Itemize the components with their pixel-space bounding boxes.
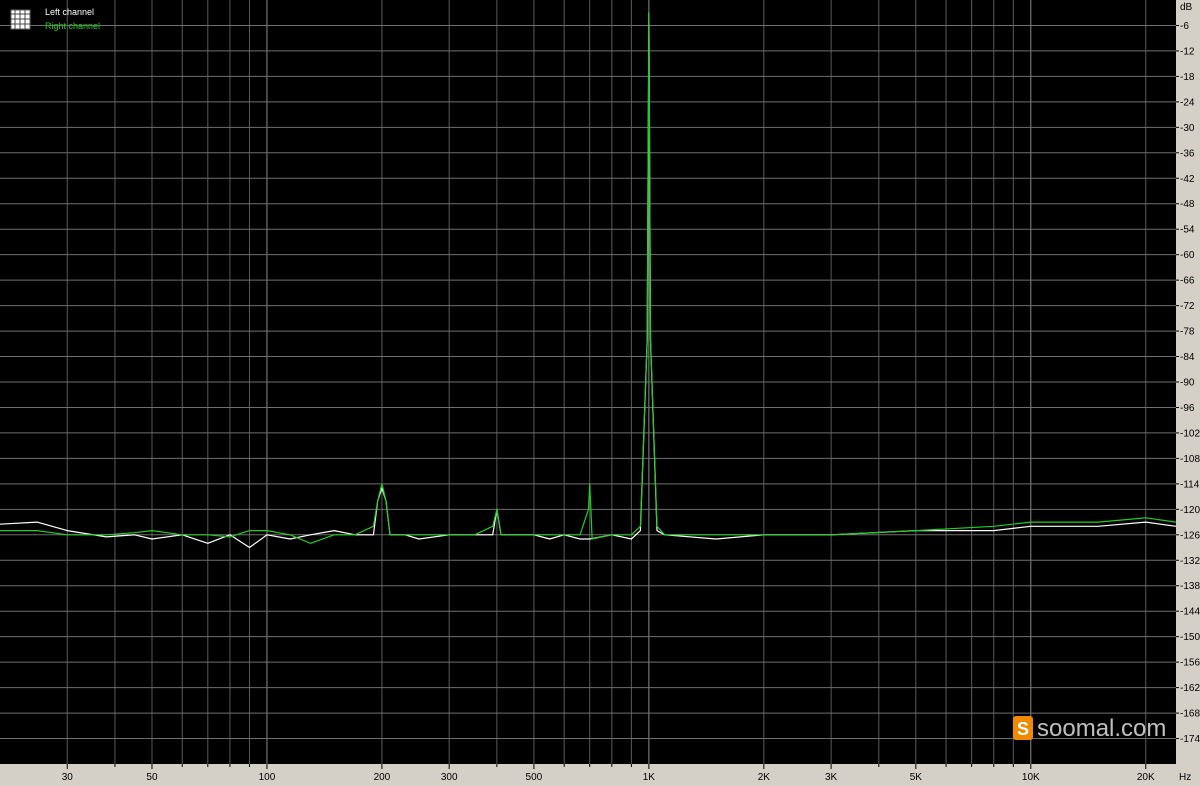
y-tick-label: -60 bbox=[1180, 250, 1195, 261]
y-tick-label: -102 bbox=[1180, 428, 1200, 439]
y-tick-label: -90 bbox=[1180, 378, 1195, 389]
x-axis-unit: Hz bbox=[1179, 772, 1191, 783]
y-tick-label: -108 bbox=[1180, 454, 1200, 465]
y-tick-label: -162 bbox=[1180, 683, 1200, 694]
y-tick-label: -156 bbox=[1180, 658, 1200, 669]
y-tick-label: -126 bbox=[1180, 530, 1200, 541]
legend-entry-right-channel: Right channel bbox=[45, 21, 100, 31]
x-tick-label: 5K bbox=[910, 772, 923, 783]
x-tick-label: 500 bbox=[526, 772, 543, 783]
y-tick-label: -132 bbox=[1180, 556, 1200, 567]
y-tick-label: -138 bbox=[1180, 581, 1200, 592]
y-tick-label: -150 bbox=[1180, 632, 1200, 643]
x-tick-label: 20K bbox=[1137, 772, 1155, 783]
y-tick-label: -72 bbox=[1180, 301, 1195, 312]
y-tick-label: -18 bbox=[1180, 72, 1195, 83]
y-tick-label: -36 bbox=[1180, 148, 1195, 159]
legend-entry-left-channel: Left channel bbox=[45, 7, 94, 17]
y-tick-label: -168 bbox=[1180, 709, 1200, 720]
y-tick-label: -6 bbox=[1180, 21, 1189, 32]
y-tick-label: -174 bbox=[1180, 734, 1200, 745]
y-tick-label: -42 bbox=[1180, 174, 1195, 185]
x-tick-label: 100 bbox=[259, 772, 276, 783]
x-tick-label: 3K bbox=[825, 772, 838, 783]
y-tick-label: -30 bbox=[1180, 123, 1195, 134]
y-tick-label: -78 bbox=[1180, 327, 1195, 338]
y-tick-label: -120 bbox=[1180, 505, 1200, 516]
y-tick-label: -48 bbox=[1180, 199, 1195, 210]
y-axis-unit: dB bbox=[1180, 2, 1193, 13]
watermark-logo-letter: S bbox=[1017, 719, 1029, 739]
y-tick-label: -24 bbox=[1180, 97, 1195, 108]
y-tick-label: -84 bbox=[1180, 352, 1195, 363]
x-tick-label: 50 bbox=[146, 772, 158, 783]
y-tick-label: -12 bbox=[1180, 46, 1195, 57]
x-tick-label: 1K bbox=[643, 772, 656, 783]
x-tick-label: 30 bbox=[62, 772, 74, 783]
y-tick-label: -144 bbox=[1180, 607, 1200, 618]
x-tick-label: 10K bbox=[1022, 772, 1040, 783]
y-tick-label: -96 bbox=[1180, 403, 1195, 414]
y-tick-label: -114 bbox=[1180, 479, 1200, 490]
watermark-text: soomal.com bbox=[1037, 715, 1166, 742]
x-tick-label: 300 bbox=[441, 772, 458, 783]
y-tick-label: -54 bbox=[1180, 225, 1195, 236]
x-tick-label: 200 bbox=[374, 772, 391, 783]
x-tick-label: 2K bbox=[758, 772, 771, 783]
y-tick-label: -66 bbox=[1180, 276, 1195, 287]
spectrum-chart: -6 -12 -18 -24 -30 -36 -42 -48 -54 -60 -66 -72 -78 -8… bbox=[0, 0, 1200, 786]
